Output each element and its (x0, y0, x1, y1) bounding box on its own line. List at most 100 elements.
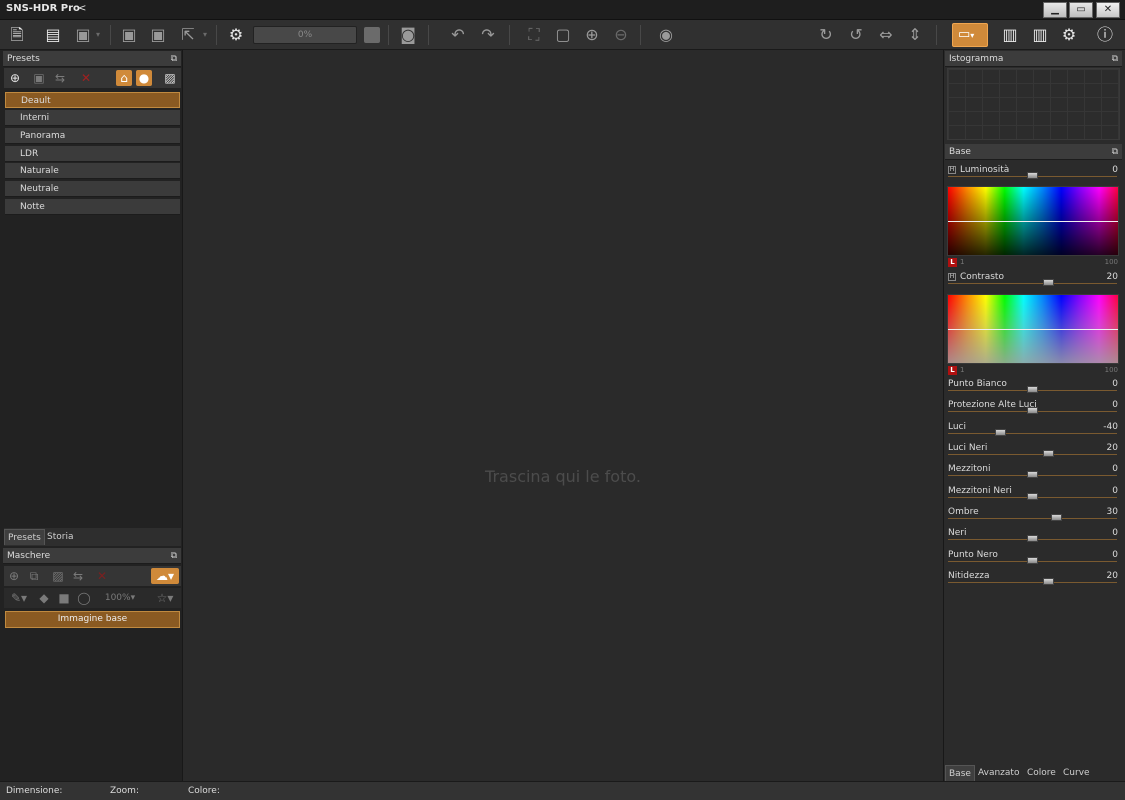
refresh-mask-icon[interactable]: ⇆ (70, 568, 86, 584)
undock-icon[interactable]: ⧉ (1112, 144, 1118, 160)
tab-storia[interactable]: Storia (44, 529, 76, 545)
export-dropdown-arrow-icon[interactable]: ▾ (199, 24, 211, 46)
flip-vertical-icon[interactable]: ⇕ (904, 24, 926, 46)
undock-icon[interactable]: ⧉ (171, 51, 177, 67)
process-settings-icon[interactable]: ⚙ (225, 24, 247, 46)
spectrum-curve-line[interactable] (948, 329, 1118, 330)
collapse-toolbar-button[interactable]: < (78, 3, 86, 14)
minimize-button[interactable]: ▁ (1043, 2, 1067, 18)
undo-icon[interactable]: ↶ (447, 24, 469, 46)
preset-item[interactable]: Naturale (5, 163, 180, 179)
stop-button[interactable] (364, 27, 380, 43)
punto-nero-slider[interactable]: Punto Nero 0 (947, 550, 1120, 571)
crop-icon[interactable]: ▢ (552, 24, 574, 46)
rect-mask-icon[interactable]: ■ (56, 590, 72, 606)
tab-base[interactable]: Base (945, 765, 975, 781)
fit-to-screen-icon[interactable]: ⛶ (523, 24, 545, 46)
star-icon[interactable]: ☆▾ (152, 590, 178, 606)
cloud-icon[interactable]: ☁▾ (151, 568, 179, 584)
tab-presets[interactable]: Presets (4, 529, 45, 545)
slider-thumb[interactable] (1027, 407, 1038, 414)
protezione-alte-luci-slider[interactable]: Protezione Alte Luci 0 (947, 400, 1120, 421)
luci-slider[interactable]: Luci -40 (947, 422, 1120, 443)
preset-item[interactable]: LDR (5, 146, 180, 162)
slider-thumb[interactable] (1027, 386, 1038, 393)
preset-item[interactable]: Notte (5, 199, 180, 215)
zoom-in-icon[interactable]: ⊕ (581, 24, 603, 46)
slider-track[interactable] (948, 518, 1117, 519)
slider-track[interactable] (948, 433, 1117, 434)
slider-thumb[interactable] (1027, 172, 1038, 179)
tab-colore[interactable]: Colore (1024, 765, 1059, 781)
slider-thumb[interactable] (995, 429, 1006, 436)
hsl-toggle-icon[interactable]: H (948, 272, 956, 281)
mezzitoni-slider[interactable]: Mezzitoni 0 (947, 464, 1120, 485)
slider-thumb[interactable] (1043, 450, 1054, 457)
delete-preset-icon[interactable]: ✕ (78, 70, 94, 86)
slider-thumb[interactable] (1043, 279, 1054, 286)
save-preset-icon[interactable]: ▣ (31, 70, 47, 86)
delete-mask-icon[interactable]: ✕ (94, 568, 110, 584)
save-dropdown-arrow-icon[interactable]: ▾ (92, 24, 104, 46)
refresh-preset-icon[interactable]: ⇆ (52, 70, 68, 86)
ellipse-mask-icon[interactable]: ◯ (76, 590, 92, 606)
image-presets-icon[interactable]: ▨ (162, 70, 178, 86)
monitor-icon[interactable]: ▭▾ (952, 23, 988, 47)
slider-thumb[interactable] (1027, 493, 1038, 500)
save-dropdown-icon[interactable]: ▣ (72, 24, 94, 46)
slider-thumb[interactable] (1027, 535, 1038, 542)
contrasto-slider[interactable]: H Contrasto 20 (947, 272, 1120, 293)
preset-item[interactable]: Neutrale (5, 181, 180, 197)
luminance-badge[interactable]: L (948, 258, 957, 267)
snapshot-icon[interactable]: ◙ (397, 24, 419, 46)
slider-track[interactable] (948, 454, 1117, 455)
preview-eye-icon[interactable]: ◉ (655, 24, 677, 46)
rotate-cw-icon[interactable]: ↻ (815, 24, 837, 46)
flip-horizontal-icon[interactable]: ⇔ (875, 24, 897, 46)
open-sns-icon[interactable]: ▤ (42, 24, 64, 46)
duplicate-mask-icon[interactable]: ⧉ (26, 568, 42, 584)
layout-1-icon[interactable]: ▥ (999, 24, 1021, 46)
tab-curve[interactable]: Curve (1060, 765, 1093, 781)
fill-icon[interactable]: ◆ (36, 590, 52, 606)
preset-item[interactable]: Panorama (5, 128, 180, 144)
add-preset-icon[interactable]: ⊕ (7, 70, 23, 86)
brush-icon[interactable]: ✎▾ (6, 590, 32, 606)
base-image-layer[interactable]: Immagine base (5, 611, 180, 628)
open-image-icon[interactable]: 🗎 (6, 24, 28, 46)
slider-thumb[interactable] (1043, 578, 1054, 585)
punto-bianco-slider[interactable]: Punto Bianco 0 (947, 379, 1120, 400)
save-as-icon[interactable]: ▣ (147, 24, 169, 46)
image-canvas[interactable]: Trascina qui le foto. (184, 50, 942, 781)
add-mask-icon[interactable]: ⊕ (6, 568, 22, 584)
slider-thumb[interactable] (1051, 514, 1062, 521)
tab-avanzato[interactable]: Avanzato (975, 765, 1022, 781)
mask-image-icon[interactable]: ▨ (50, 568, 66, 584)
opacity-select[interactable]: 100%▾ (100, 590, 140, 606)
close-button[interactable]: ✕ (1096, 2, 1120, 18)
gear-icon[interactable]: ⚙ (1058, 24, 1080, 46)
export-icon[interactable]: ⇱ (177, 24, 199, 46)
luci-neri-slider[interactable]: Luci Neri 20 (947, 443, 1120, 464)
ombre-slider[interactable]: Ombre 30 (947, 507, 1120, 528)
luminosita-slider[interactable]: H Luminosità 0 (947, 165, 1120, 186)
maximize-button[interactable]: ▭ (1069, 2, 1093, 18)
redo-icon[interactable]: ↷ (477, 24, 499, 46)
slider-track[interactable] (948, 582, 1117, 583)
mezzitoni-neri-slider[interactable]: Mezzitoni Neri 0 (947, 486, 1120, 507)
slider-thumb[interactable] (1027, 471, 1038, 478)
preset-item[interactable]: Deault (5, 92, 180, 108)
neri-slider[interactable]: Neri 0 (947, 528, 1120, 549)
user-presets-icon[interactable]: ● (136, 70, 152, 86)
save-icon[interactable]: ▣ (118, 24, 140, 46)
undock-icon[interactable]: ⧉ (171, 548, 177, 564)
layout-2-icon[interactable]: ▥ (1029, 24, 1051, 46)
zoom-out-icon[interactable]: ⊖ (610, 24, 632, 46)
slider-thumb[interactable] (1027, 557, 1038, 564)
preset-item[interactable]: Interni (5, 110, 180, 126)
info-icon[interactable]: ⓘ (1094, 24, 1116, 46)
contrasto-spectrum[interactable] (947, 294, 1119, 364)
rotate-ccw-icon[interactable]: ↺ (845, 24, 867, 46)
nitidezza-slider[interactable]: Nitidezza 20 (947, 571, 1120, 592)
slider-track[interactable] (948, 283, 1117, 284)
